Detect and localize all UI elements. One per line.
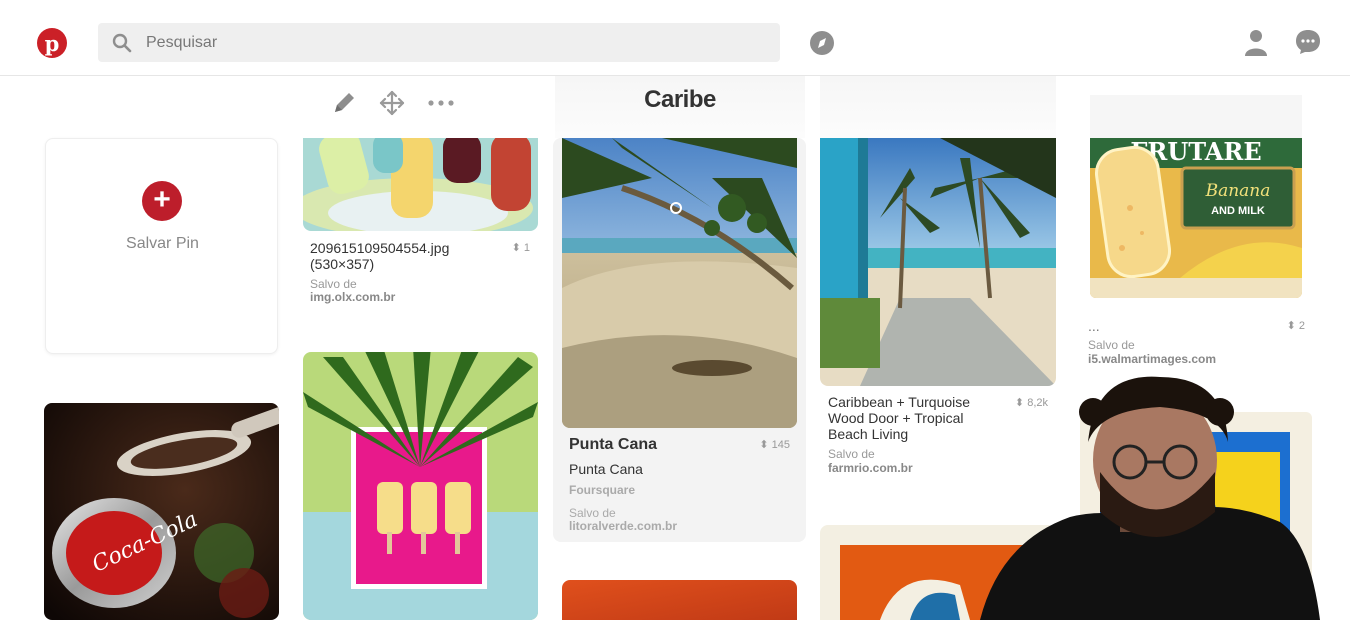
- and-milk-text: AND MILK: [1211, 205, 1265, 217]
- pin-source-link[interactable]: litoralverde.com.br: [569, 519, 677, 533]
- messages-icon[interactable]: [1295, 29, 1321, 55]
- add-pin-button[interactable]: +: [142, 181, 182, 221]
- pin-title[interactable]: Caribbean + Turquoise Wood Door + Tropic…: [828, 394, 998, 442]
- saved-from-label: Salvo de: [1088, 338, 1135, 352]
- saved-from-label: Salvo de: [310, 277, 357, 291]
- coca-cola-bottle-cap-image: Coca-Cola: [44, 403, 279, 620]
- more-options-icon[interactable]: [426, 89, 456, 117]
- pin-icon: ⬍: [1286, 320, 1299, 332]
- orange-image: [562, 580, 797, 620]
- turquoise-door-beach-image: [820, 138, 1056, 386]
- repin-count: ⬍ 1: [511, 242, 530, 254]
- pin-image-popsicles-pink[interactable]: [303, 352, 538, 620]
- saved-from-label: Salvo de: [569, 506, 616, 520]
- compass-icon[interactable]: [809, 30, 835, 56]
- search-input[interactable]: [146, 23, 766, 62]
- pin-image-orange[interactable]: [562, 580, 797, 620]
- popsicles-palm-leaf-image: [303, 352, 538, 620]
- pin-source-link[interactable]: i5.walmartimages.com: [1088, 352, 1216, 366]
- webcam-presenter-overlay: [980, 376, 1320, 620]
- frutare-banana-popsicle-image: FRUTARE Banana AND MILK: [1090, 138, 1302, 298]
- pin-title[interactable]: Punta Cana: [569, 436, 657, 454]
- pin-image-frutare[interactable]: FRUTARE Banana AND MILK: [1090, 138, 1302, 298]
- pin-title[interactable]: ...: [1088, 318, 1100, 334]
- popsicles-ice-image: [303, 138, 538, 231]
- pin-image-caribbean-door[interactable]: [820, 138, 1056, 386]
- search-icon: [112, 33, 132, 53]
- place-source: Foursquare: [569, 483, 636, 497]
- repin-count: ⬍ 145: [759, 439, 790, 451]
- saved-from-label: Salvo de: [828, 447, 875, 461]
- board-title: Caribe: [644, 86, 716, 113]
- pin-source-link[interactable]: farmrio.com.br: [828, 461, 913, 475]
- pin-icon: ⬍: [759, 439, 772, 451]
- faded-pin-preview: [1090, 95, 1302, 139]
- faded-pin-preview: [820, 76, 1056, 138]
- flavor-text: Banana: [1205, 181, 1271, 201]
- user-profile-icon[interactable]: [1244, 29, 1268, 56]
- pinterest-logo[interactable]: p: [37, 28, 67, 58]
- pin-image-punta-cana[interactable]: [562, 138, 797, 428]
- save-pin-card[interactable]: + Salvar Pin: [45, 138, 278, 354]
- repin-count: ⬍ 2: [1286, 320, 1305, 332]
- pin-icon: ⬍: [511, 242, 524, 254]
- pin-source-link[interactable]: img.olx.com.br: [310, 290, 395, 304]
- pin-image-popsicles[interactable]: [303, 138, 538, 231]
- place-name[interactable]: Punta Cana: [569, 461, 643, 477]
- beach-palms-image: [562, 138, 797, 428]
- edit-pencil-icon[interactable]: [330, 89, 358, 117]
- move-arrows-icon[interactable]: [378, 89, 406, 117]
- search-bar[interactable]: [98, 23, 780, 62]
- pin-image-coca-cola[interactable]: Coca-Cola: [44, 403, 279, 620]
- save-pin-label: Salvar Pin: [126, 235, 199, 252]
- top-bar: p: [0, 0, 1350, 76]
